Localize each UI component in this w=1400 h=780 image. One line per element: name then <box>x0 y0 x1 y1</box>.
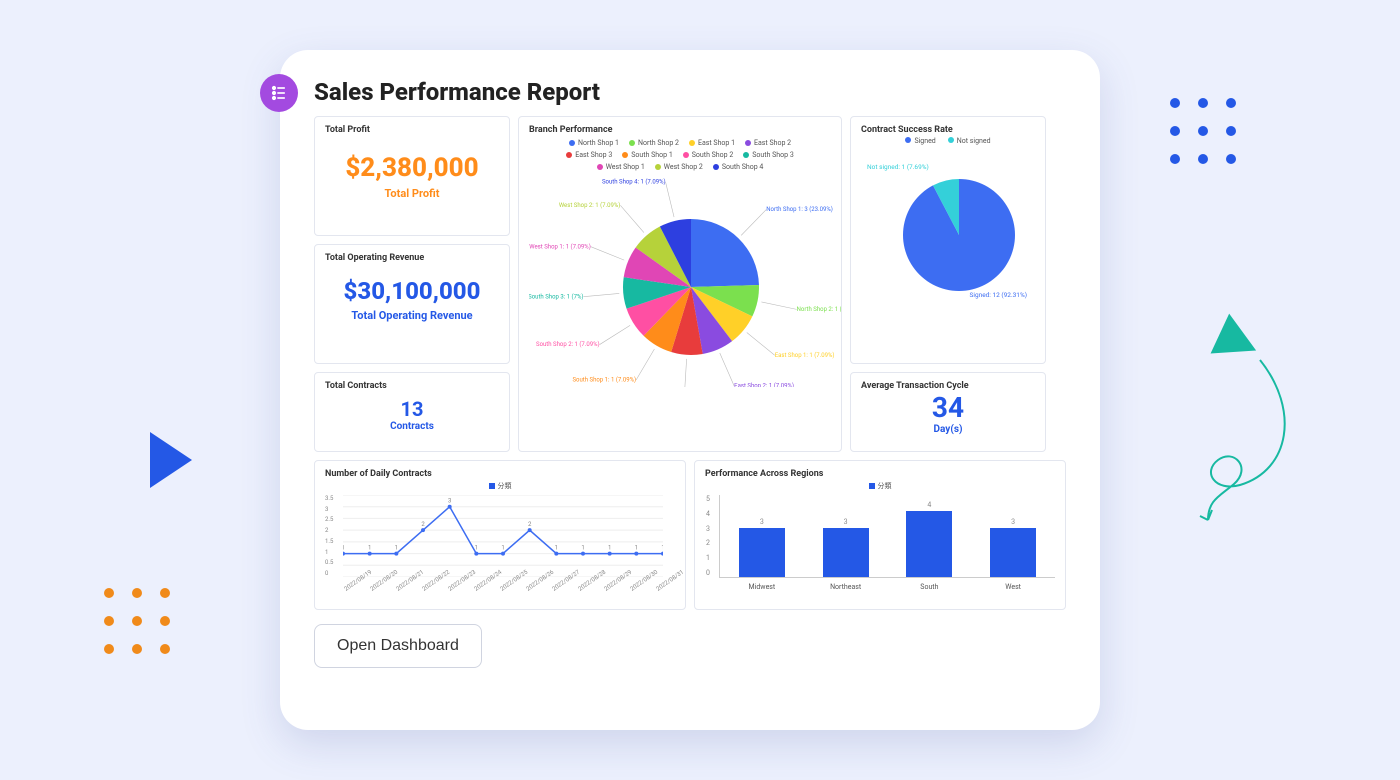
svg-text:1: 1 <box>501 545 504 552</box>
panel-total-contracts: Total Contracts 13 Contracts <box>314 372 510 452</box>
revenue-label: Total Operating Revenue <box>325 309 499 322</box>
line-x-axis: 2022/08/192022/08/202022/08/212022/08/22… <box>343 587 675 594</box>
legend-item: Signed <box>914 137 935 145</box>
panel-title: Total Profit <box>325 125 499 135</box>
panel-title: Total Contracts <box>325 381 499 391</box>
svg-text:3: 3 <box>448 498 451 505</box>
daily-legend: 分類 <box>325 481 675 491</box>
svg-text:South Shop 4: 1 (7.09%): South Shop 4: 1 (7.09%) <box>602 179 666 186</box>
svg-text:1: 1 <box>635 545 638 552</box>
bar-y-axis: 543210 <box>706 495 710 577</box>
revenue-value: $30,100,000 <box>325 277 499 305</box>
branch-legend: North Shop 1North Shop 2East Shop 1East … <box>545 139 815 171</box>
panel-title: Number of Daily Contracts <box>325 469 675 479</box>
decor-dots-orange <box>104 588 170 654</box>
svg-text:East Shop 2: 1 (7.09%): East Shop 2: 1 (7.09%) <box>734 383 794 387</box>
regions-legend: 分類 <box>705 481 1055 491</box>
report-card: Sales Performance Report Total Profit $2… <box>280 50 1100 730</box>
svg-text:1: 1 <box>343 545 345 552</box>
svg-text:West Shop 1: 1 (7.09%): West Shop 1: 1 (7.09%) <box>529 243 591 250</box>
svg-text:1: 1 <box>661 545 663 552</box>
decor-dots-blue <box>1170 98 1236 164</box>
rate-signed-label: Signed: 12 (92.31%) <box>970 291 1027 299</box>
rate-legend: Signed Not signed <box>861 137 1035 145</box>
panel-total-revenue: Total Operating Revenue $30,100,000 Tota… <box>314 244 510 364</box>
contracts-label: Contracts <box>325 421 499 432</box>
legend-item: 分類 <box>498 482 512 490</box>
svg-text:1: 1 <box>395 545 398 552</box>
svg-text:1: 1 <box>555 545 558 552</box>
page-title: Sales Performance Report <box>314 78 600 106</box>
regions-bar-chart: 543210 3Midwest3Northeast4South3West <box>719 495 1055 578</box>
line-y-axis: 3.532.521.510.50 <box>325 495 333 577</box>
svg-text:South Shop 2: 1 (7.09%): South Shop 2: 1 (7.09%) <box>536 341 600 348</box>
panel-title: Performance Across Regions <box>705 469 1055 479</box>
profit-label: Total Profit <box>325 187 499 200</box>
svg-text:2: 2 <box>421 521 425 528</box>
open-dashboard-button[interactable]: Open Dashboard <box>314 624 482 668</box>
svg-text:1: 1 <box>475 545 478 552</box>
svg-text:North Shop 2: 1 (7.09%): North Shop 2: 1 (7.09%) <box>797 306 842 313</box>
daily-line-chart: 1 1 1 2 3 1 1 2 1 1 1 1 1 <box>343 495 663 577</box>
profit-value: $2,380,000 <box>325 153 499 183</box>
panel-title: Contract Success Rate <box>861 125 1035 135</box>
svg-text:2: 2 <box>528 521 532 528</box>
svg-text:1: 1 <box>581 545 584 552</box>
svg-text:North Shop 1: 3 (23.09%): North Shop 1: 3 (23.09%) <box>766 206 833 213</box>
panel-title: Branch Performance <box>529 125 831 135</box>
svg-text:South Shop 3: 1 (7%): South Shop 3: 1 (7%) <box>529 293 583 300</box>
decor-triangle-blue <box>150 432 192 488</box>
avg-label: Day(s) <box>861 424 1035 435</box>
panel-branch-performance: Branch Performance North Shop 1North Sho… <box>518 116 842 452</box>
legend-item: 分類 <box>878 482 892 490</box>
decor-swirl-arrow <box>1190 350 1310 540</box>
contracts-value: 13 <box>325 397 499 421</box>
svg-text:1: 1 <box>608 545 611 552</box>
panel-avg-cycle: Average Transaction Cycle 34 Day(s) <box>850 372 1046 452</box>
svg-text:South Shop 1: 1 (7.09%): South Shop 1: 1 (7.09%) <box>572 377 636 384</box>
panel-regions: Performance Across Regions 分類 543210 3Mi… <box>694 460 1066 610</box>
panel-total-profit: Total Profit $2,380,000 Total Profit <box>314 116 510 236</box>
svg-text:East Shop 1: 1 (7.09%): East Shop 1: 1 (7.09%) <box>775 352 835 359</box>
avg-value: 34 <box>861 391 1035 424</box>
panel-daily-contracts: Number of Daily Contracts 分類 3.532.521.5… <box>314 460 686 610</box>
legend-item: Not signed <box>957 137 991 145</box>
panel-title: Average Transaction Cycle <box>861 381 1035 391</box>
rate-notsigned-label: Not signed: 1 (7.69%) <box>867 163 929 171</box>
svg-text:West Shop 2: 1 (7.09%): West Shop 2: 1 (7.09%) <box>559 202 621 209</box>
branch-pie-chart: North Shop 1: 3 (23.09%) North Shop 2: 1 … <box>529 177 842 387</box>
app-list-icon <box>260 74 298 112</box>
svg-text:1: 1 <box>368 545 371 552</box>
panel-success-rate: Contract Success Rate Signed Not signed … <box>850 116 1046 364</box>
panel-title: Total Operating Revenue <box>325 253 499 263</box>
